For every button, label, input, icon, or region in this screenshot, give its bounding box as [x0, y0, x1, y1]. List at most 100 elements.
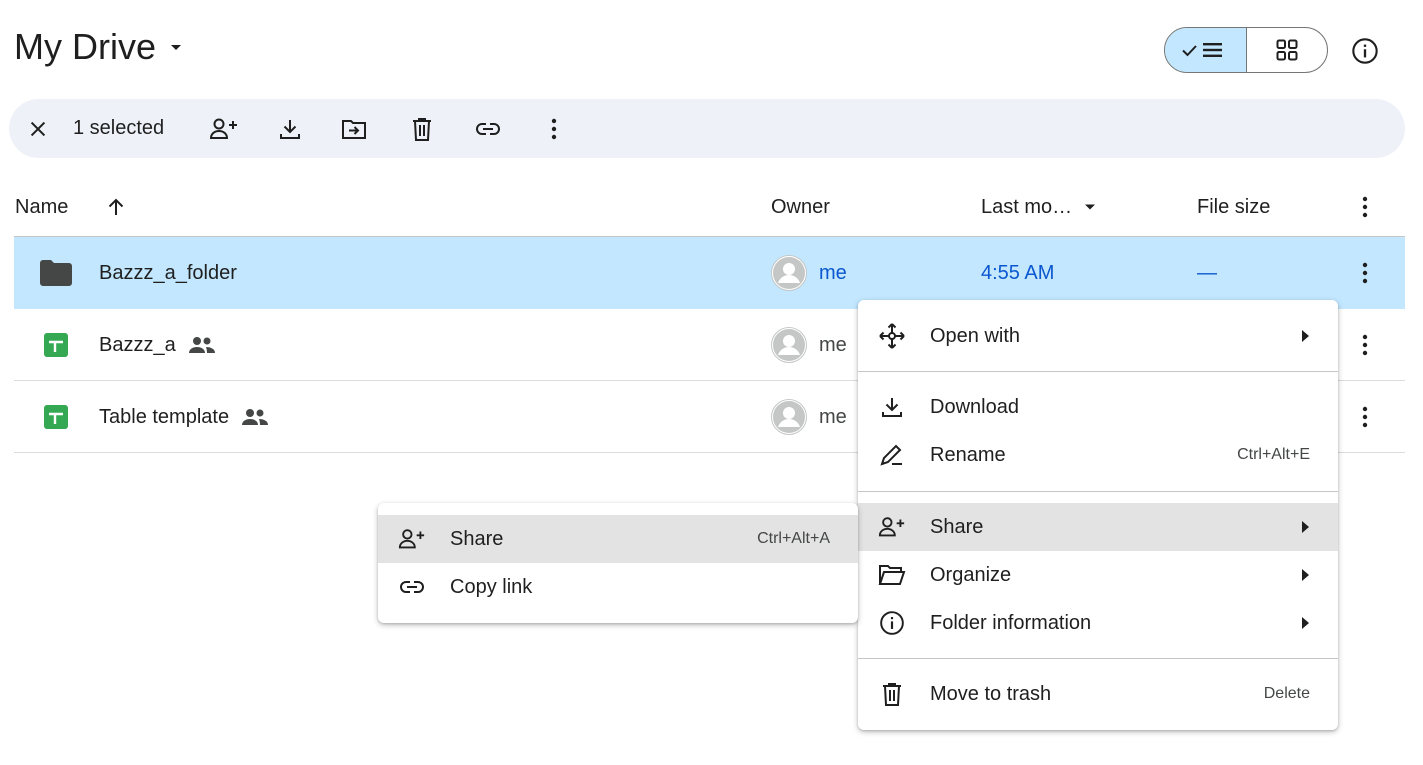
- submenu-item-copy-link[interactable]: Copy link: [378, 563, 858, 611]
- caret-down-icon: [171, 45, 181, 50]
- link-icon: [398, 573, 426, 601]
- clear-selection-button[interactable]: [17, 99, 59, 158]
- sheets-icon: [44, 381, 68, 453]
- download-icon: [878, 393, 906, 421]
- column-header-name-label: Name: [15, 195, 69, 218]
- caret-down-icon: [1085, 204, 1096, 210]
- context-menu: Open with Download Rename Ctrl+Alt+E Sha…: [858, 300, 1338, 730]
- chevron-right-icon: [1302, 330, 1309, 342]
- menu-item-label: Rename: [930, 443, 1006, 466]
- folder-icon: [40, 237, 72, 309]
- menu-item-label: Move to trash: [930, 682, 1052, 705]
- move-button[interactable]: [333, 99, 375, 158]
- avatar: [771, 399, 807, 435]
- menu-item-organize[interactable]: Organize: [858, 551, 1338, 599]
- more-vert-icon: [1345, 397, 1385, 437]
- info-icon: [1352, 38, 1378, 64]
- selection-toolbar: 1 selected: [9, 99, 1405, 158]
- chevron-right-icon: [1302, 569, 1309, 581]
- column-header-owner-label: Owner: [771, 195, 830, 218]
- details-button[interactable]: [1345, 31, 1385, 71]
- file-name: Bazzz_a_folder: [99, 261, 237, 284]
- row-more-button[interactable]: [1345, 381, 1385, 453]
- trash-icon: [878, 680, 906, 708]
- menu-item-download[interactable]: Download: [858, 383, 1338, 431]
- menu-item-label: Download: [930, 395, 1019, 418]
- modified-date: 4:55 AM: [981, 261, 1055, 284]
- grid-view-button[interactable]: [1247, 28, 1328, 72]
- menu-item-label: Folder information: [930, 611, 1092, 634]
- menu-item-share[interactable]: Share: [858, 503, 1338, 551]
- column-header-size[interactable]: File size: [1197, 186, 1270, 228]
- menu-item-label: Open with: [930, 324, 1021, 347]
- menu-divider: [858, 371, 1338, 372]
- download-button[interactable]: [269, 99, 311, 158]
- share-icon: [209, 118, 237, 139]
- close-icon: [30, 121, 46, 136]
- menu-divider: [858, 658, 1338, 659]
- info-icon: [878, 609, 906, 637]
- share-button[interactable]: [203, 99, 245, 158]
- row-more-button[interactable]: [1345, 309, 1385, 381]
- sheets-icon: [44, 309, 68, 381]
- list-view-button[interactable]: [1165, 28, 1247, 72]
- share-submenu: Share Ctrl+Alt+A Copy link: [378, 503, 858, 623]
- file-size: —: [1197, 261, 1217, 284]
- row-more-button[interactable]: [1345, 237, 1385, 309]
- menu-item-rename[interactable]: Rename Ctrl+Alt+E: [858, 431, 1338, 479]
- submenu-item-label: Share: [450, 527, 504, 550]
- owner-name: me: [819, 261, 847, 284]
- open-with-icon: [878, 322, 906, 350]
- menu-item-open-with[interactable]: Open with: [858, 312, 1338, 360]
- selected-count: 1 selected: [73, 117, 165, 139]
- page-title-text: My Drive: [14, 26, 156, 67]
- chevron-right-icon: [1302, 521, 1309, 533]
- table-row[interactable]: Bazzz_a_folder me 4:55 AM —: [14, 237, 1405, 309]
- more-vert-icon: [551, 118, 557, 139]
- column-header-name[interactable]: Name: [15, 186, 68, 228]
- file-name-cell: Bazzz_a: [99, 309, 216, 381]
- submenu-item-share[interactable]: Share Ctrl+Alt+A: [378, 515, 858, 563]
- menu-item-shortcut: Delete: [1263, 685, 1310, 702]
- shared-icon: [242, 409, 269, 425]
- more-actions-button[interactable]: [533, 99, 575, 158]
- sort-direction-button[interactable]: [104, 186, 128, 228]
- menu-divider: [858, 491, 1338, 492]
- menu-item-folder-information[interactable]: Folder information: [858, 599, 1338, 647]
- grid-view-icon: [1276, 39, 1298, 61]
- rename-icon: [878, 441, 906, 469]
- arrow-up-icon: [108, 198, 124, 215]
- page-title[interactable]: My Drive: [14, 26, 188, 68]
- column-header-modified-label: Last mo…: [981, 195, 1073, 218]
- column-header-owner[interactable]: Owner: [771, 186, 830, 228]
- avatar: [771, 327, 807, 363]
- trash-icon: [413, 117, 431, 141]
- trash-button[interactable]: [401, 99, 443, 158]
- more-vert-icon: [1345, 325, 1385, 365]
- owner-name: me: [819, 333, 847, 356]
- move-folder-icon: [342, 119, 366, 139]
- owner-cell: me: [771, 309, 847, 381]
- menu-item-shortcut: Ctrl+Alt+E: [1237, 446, 1310, 463]
- file-name: Bazzz_a: [99, 333, 176, 356]
- avatar: [771, 255, 807, 291]
- link-icon: [476, 122, 500, 135]
- submenu-item-shortcut: Ctrl+Alt+A: [757, 530, 830, 547]
- submenu-item-label: Copy link: [450, 575, 533, 598]
- more-vert-icon: [1345, 253, 1385, 293]
- owner-cell: me: [771, 381, 847, 453]
- column-header-size-label: File size: [1197, 195, 1271, 218]
- share-icon: [878, 513, 906, 541]
- menu-item-move-to-trash[interactable]: Move to trash Delete: [858, 670, 1338, 718]
- more-vert-icon: [1362, 196, 1368, 218]
- menu-item-label: Share: [930, 515, 984, 538]
- download-icon: [280, 119, 300, 139]
- column-options-button[interactable]: [1345, 186, 1385, 228]
- menu-item-label: Organize: [930, 563, 1012, 586]
- copy-link-button[interactable]: [467, 99, 509, 158]
- file-name: Table template: [99, 405, 230, 428]
- list-view-icon: [1182, 43, 1223, 57]
- owner-cell: me: [771, 237, 847, 309]
- column-header-modified[interactable]: Last mo…: [981, 186, 1100, 228]
- file-name-cell: Table template: [99, 381, 269, 453]
